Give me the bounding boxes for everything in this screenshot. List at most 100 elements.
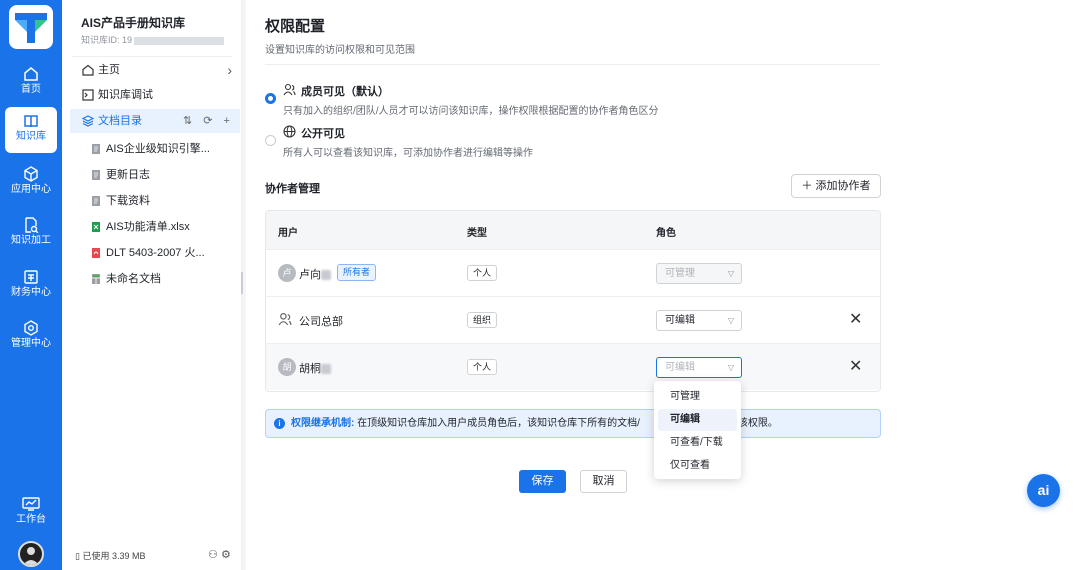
visibility-member-radio[interactable] bbox=[265, 93, 276, 104]
notice-label: 权限继承机制: bbox=[291, 418, 355, 429]
terminal-icon bbox=[82, 89, 94, 101]
group-icon bbox=[278, 313, 292, 326]
info-icon: i bbox=[274, 418, 285, 429]
document-icon bbox=[92, 144, 100, 154]
kb-sidebar: AIS产品手册知识库 知识库ID: 19 主页 › 知识库调试 文档目录 ⇅ ⟳… bbox=[62, 0, 243, 570]
avatar: 胡 bbox=[278, 358, 296, 376]
workbench-icon bbox=[22, 497, 40, 511]
redaction-mask bbox=[321, 364, 331, 375]
document-icon bbox=[92, 196, 100, 206]
user-avatar[interactable] bbox=[18, 541, 44, 567]
remove-collaborator-button[interactable]: ✕ bbox=[849, 356, 862, 376]
plus-icon: ＋ bbox=[801, 180, 813, 192]
kb-id: 知识库ID: 19 bbox=[81, 33, 225, 46]
collaborator-table: 用户 类型 角色 卢 卢向 所有者 个人 可管理 ▽ 公司总部 组织 可编辑 ▽ ✕… bbox=[265, 210, 881, 392]
type-tag: 个人 bbox=[467, 265, 498, 281]
role-option[interactable]: 可查看/下载 bbox=[658, 432, 737, 454]
sheet-icon bbox=[92, 274, 100, 284]
doc-search-icon bbox=[25, 217, 39, 233]
rail-label-apps: 应用中心 bbox=[11, 184, 51, 195]
user-name: 公司总部 bbox=[299, 316, 343, 328]
rail-item-home[interactable]: 首页 bbox=[0, 60, 62, 106]
doc-item[interactable]: 未命名文档 bbox=[84, 267, 240, 291]
header-role: 角色 bbox=[656, 228, 676, 239]
pdf-icon bbox=[92, 248, 100, 258]
kb-id-label: 知识库ID: 19 bbox=[81, 35, 133, 45]
kb-id-redaction bbox=[134, 36, 225, 45]
rail-label-admin: 管理中心 bbox=[11, 338, 51, 349]
visibility-member-desc: 只有加入的组织/团队/人员才可以访问该知识库，操作权限根据配置的协作者角色区分 bbox=[283, 106, 659, 117]
chevron-down-icon: ▽ bbox=[727, 316, 734, 325]
role-value: 可管理 bbox=[665, 268, 695, 279]
settings-icon bbox=[24, 320, 38, 336]
save-button[interactable]: 保存 bbox=[519, 470, 566, 493]
doc-item[interactable]: 更新日志 bbox=[84, 163, 240, 187]
cancel-button[interactable]: 取消 bbox=[580, 470, 627, 493]
kb-nav-home-label: 主页 bbox=[98, 64, 120, 76]
kb-footer-actions: ⚇ ⚙ bbox=[208, 548, 231, 561]
doc-item[interactable]: AIS功能清单.xlsx bbox=[84, 215, 240, 239]
owner-badge: 所有者 bbox=[337, 264, 377, 281]
rail-item-workbench[interactable]: 工作台 bbox=[0, 490, 62, 536]
rail-item-processing[interactable]: 知识加工 bbox=[0, 211, 62, 257]
storage-usage: ▯ 已使用 3.39 MB bbox=[75, 549, 146, 562]
user-name: 胡桐 bbox=[299, 360, 331, 376]
rail-label-workbench: 工作台 bbox=[16, 514, 46, 525]
type-tag: 组织 bbox=[467, 312, 498, 328]
role-select[interactable]: 可编辑 ▽ bbox=[656, 310, 742, 331]
gear-icon[interactable]: ⚙ bbox=[221, 549, 231, 561]
finance-icon bbox=[24, 270, 38, 284]
doc-name: AIS功能清单.xlsx bbox=[106, 221, 190, 233]
app-rail: 首页 知识库 应用中心 知识加工 财务中心 管理中心 工作台 bbox=[0, 0, 62, 570]
table-row: 胡 胡桐 个人 可编辑 ▽ ✕ bbox=[266, 343, 880, 390]
header-user: 用户 bbox=[278, 228, 298, 239]
role-placeholder: 可编辑 bbox=[665, 362, 695, 373]
permission-panel: 权限配置 设置知识库的访问权限和可见范围 成员可见（默认） 只有加入的组织/团队… bbox=[246, 0, 1080, 570]
role-value: 可编辑 bbox=[665, 315, 695, 326]
collaborator-section-title: 协作者管理 bbox=[265, 183, 320, 195]
home-icon bbox=[82, 64, 94, 76]
ai-assistant-button[interactable]: ai bbox=[1027, 474, 1060, 507]
kb-nav-home[interactable]: 主页 › bbox=[70, 58, 240, 82]
doc-item[interactable]: 下载资料 bbox=[84, 189, 240, 213]
rail-label-finance: 财务中心 bbox=[11, 287, 51, 298]
role-dropdown: 可管理 可编辑 可查看/下载 仅可查看 bbox=[654, 381, 741, 479]
cube-icon bbox=[24, 166, 38, 182]
add-collaborator-label: 添加协作者 bbox=[815, 180, 871, 192]
rail-item-admin[interactable]: 管理中心 bbox=[0, 314, 62, 360]
members-icon[interactable]: ⚇ bbox=[208, 549, 218, 561]
page-title: 权限配置 bbox=[265, 18, 326, 35]
kb-title: AIS产品手册知识库 bbox=[81, 16, 186, 30]
kb-nav-catalog[interactable]: 文档目录 ⇅ ⟳ + bbox=[70, 109, 240, 133]
rail-item-knowledge[interactable]: 知识库 bbox=[5, 107, 57, 153]
visibility-public-radio[interactable] bbox=[265, 135, 276, 146]
rail-label-processing: 知识加工 bbox=[11, 235, 51, 246]
book-icon bbox=[24, 115, 38, 128]
notice-text-a: 在顶级知识仓库加入用户成员角色后，该知识仓库下所有的文档/ bbox=[357, 418, 640, 429]
doc-name: 未命名文档 bbox=[106, 273, 161, 285]
doc-name: 更新日志 bbox=[106, 169, 150, 181]
visibility-public-title: 公开可见 bbox=[301, 128, 345, 140]
add-collaborator-button[interactable]: ＋ 添加协作者 bbox=[791, 174, 881, 198]
role-option[interactable]: 可管理 bbox=[658, 386, 737, 408]
kb-nav-debug[interactable]: 知识库调试 bbox=[70, 83, 240, 107]
chevron-down-icon: ▽ bbox=[727, 269, 734, 278]
resize-handle[interactable] bbox=[241, 272, 243, 294]
rail-item-finance[interactable]: 财务中心 bbox=[0, 263, 62, 309]
doc-item[interactable]: AIS企业级知识引擎... bbox=[84, 137, 240, 161]
role-option[interactable]: 可编辑 bbox=[658, 409, 737, 431]
visibility-member-title: 成员可见（默认） bbox=[301, 86, 389, 98]
remove-collaborator-button[interactable]: ✕ bbox=[849, 309, 862, 329]
role-select: 可管理 ▽ bbox=[656, 263, 742, 284]
doc-item[interactable]: DLT 5403-2007 火... bbox=[84, 241, 240, 265]
user-name-text: 卢向 bbox=[299, 269, 321, 281]
role-option[interactable]: 仅可查看 bbox=[658, 455, 737, 477]
catalog-actions-icon[interactable]: ⇅ ⟳ + bbox=[183, 109, 234, 133]
rail-item-apps[interactable]: 应用中心 bbox=[0, 160, 62, 206]
chevron-right-icon: › bbox=[227, 62, 232, 78]
avatar: 卢 bbox=[278, 264, 296, 282]
app-logo[interactable] bbox=[9, 5, 53, 49]
storage-icon: ▯ bbox=[75, 551, 80, 561]
role-select[interactable]: 可编辑 ▽ bbox=[656, 357, 742, 378]
page-subtitle: 设置知识库的访问权限和可见范围 bbox=[265, 45, 415, 56]
